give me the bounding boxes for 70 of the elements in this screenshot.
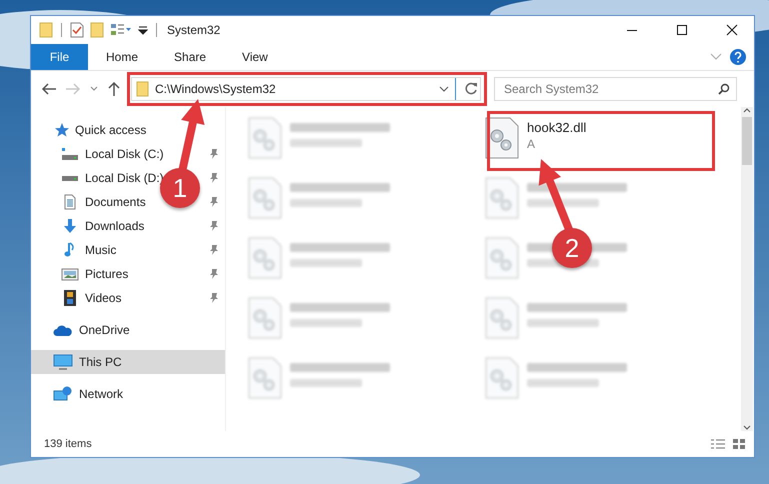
close-icon: [726, 24, 738, 36]
folder-icon: [39, 22, 53, 38]
nav-item[interactable]: Music: [85, 243, 116, 257]
details-view-icon: [710, 438, 726, 450]
gear-document-icon: [248, 177, 282, 219]
nav-item[interactable]: Quick access: [75, 123, 146, 137]
search-field[interactable]: Search System32: [494, 77, 737, 101]
item-count: 139 items: [44, 438, 92, 450]
nav-item[interactable]: Documents: [85, 195, 146, 209]
help-icon: [730, 49, 746, 65]
file-menu-button[interactable]: File: [31, 44, 88, 70]
monitor-icon: [53, 354, 73, 370]
nav-item[interactable]: Pictures: [85, 267, 128, 281]
drive-icon: [61, 147, 79, 161]
blurred-text-bar: [527, 379, 599, 387]
nav-item[interactable]: Downloads: [85, 219, 144, 233]
blurred-text-bar: [290, 199, 362, 207]
blurred-text-bar: [290, 259, 362, 267]
blurred-text-bar: [527, 319, 599, 327]
minimize-icon: [626, 28, 638, 32]
gear-document-icon: [485, 237, 519, 279]
blurred-text-bar: [290, 319, 362, 327]
folder-icon: [136, 81, 149, 97]
back-arrow-icon: [41, 82, 57, 96]
maximize-icon: [676, 24, 688, 36]
gear-document-icon: [485, 357, 519, 399]
scrollbar[interactable]: [741, 107, 753, 431]
film-strip-icon: [61, 290, 79, 306]
ribbon-tab[interactable]: Home: [88, 44, 156, 70]
blurred-text-bar: [290, 139, 362, 147]
picture-frame-icon: [61, 266, 79, 282]
nav-item[interactable]: Videos: [85, 291, 122, 305]
forward-arrow-icon: [65, 82, 81, 96]
view-list-icon: [110, 22, 132, 38]
new-folder-icon: [90, 22, 104, 38]
chevron-down-icon: [89, 85, 99, 93]
gear-document-icon: [248, 297, 282, 339]
gear-document-icon: [485, 177, 519, 219]
up-arrow-icon: [107, 81, 121, 97]
expand-ribbon-icon: [710, 53, 722, 61]
scroll-down-icon: [743, 425, 751, 431]
chevron-down-icon: [439, 85, 449, 93]
file-type: A: [527, 137, 536, 151]
ribbon-tab[interactable]: View: [224, 44, 286, 70]
download-arrow-icon: [61, 218, 79, 234]
nav-item[interactable]: This PC: [79, 355, 122, 369]
gear-document-icon: [248, 357, 282, 399]
network-icon: [53, 386, 73, 402]
gear-document-icon: [248, 117, 282, 159]
properties-icon: [70, 22, 84, 38]
scroll-up-icon: [743, 107, 751, 113]
nav-item[interactable]: Network: [79, 387, 124, 401]
blurred-text-bar: [290, 379, 362, 387]
nav-item[interactable]: OneDrive: [79, 323, 130, 337]
gear-document-icon: [485, 117, 519, 159]
gear-document-icon: [485, 297, 519, 339]
large-icons-view-icon: [732, 438, 746, 450]
ribbon-tab[interactable]: Share: [156, 44, 224, 70]
address-bar[interactable]: C:\Windows\System32: [131, 77, 481, 101]
search-icon: [718, 83, 730, 95]
cloud-icon: [53, 323, 73, 337]
drive-icon: [61, 174, 79, 182]
gear-document-icon: [248, 237, 282, 279]
nav-item[interactable]: Local Disk (C:): [85, 147, 164, 161]
file-name[interactable]: hook32.dll: [527, 120, 586, 135]
dropdown-icon: [138, 24, 148, 36]
star-icon: [53, 122, 69, 138]
refresh-icon: [464, 82, 478, 96]
scrollbar-thumb[interactable]: [742, 117, 752, 165]
window-title: System32: [167, 23, 220, 37]
